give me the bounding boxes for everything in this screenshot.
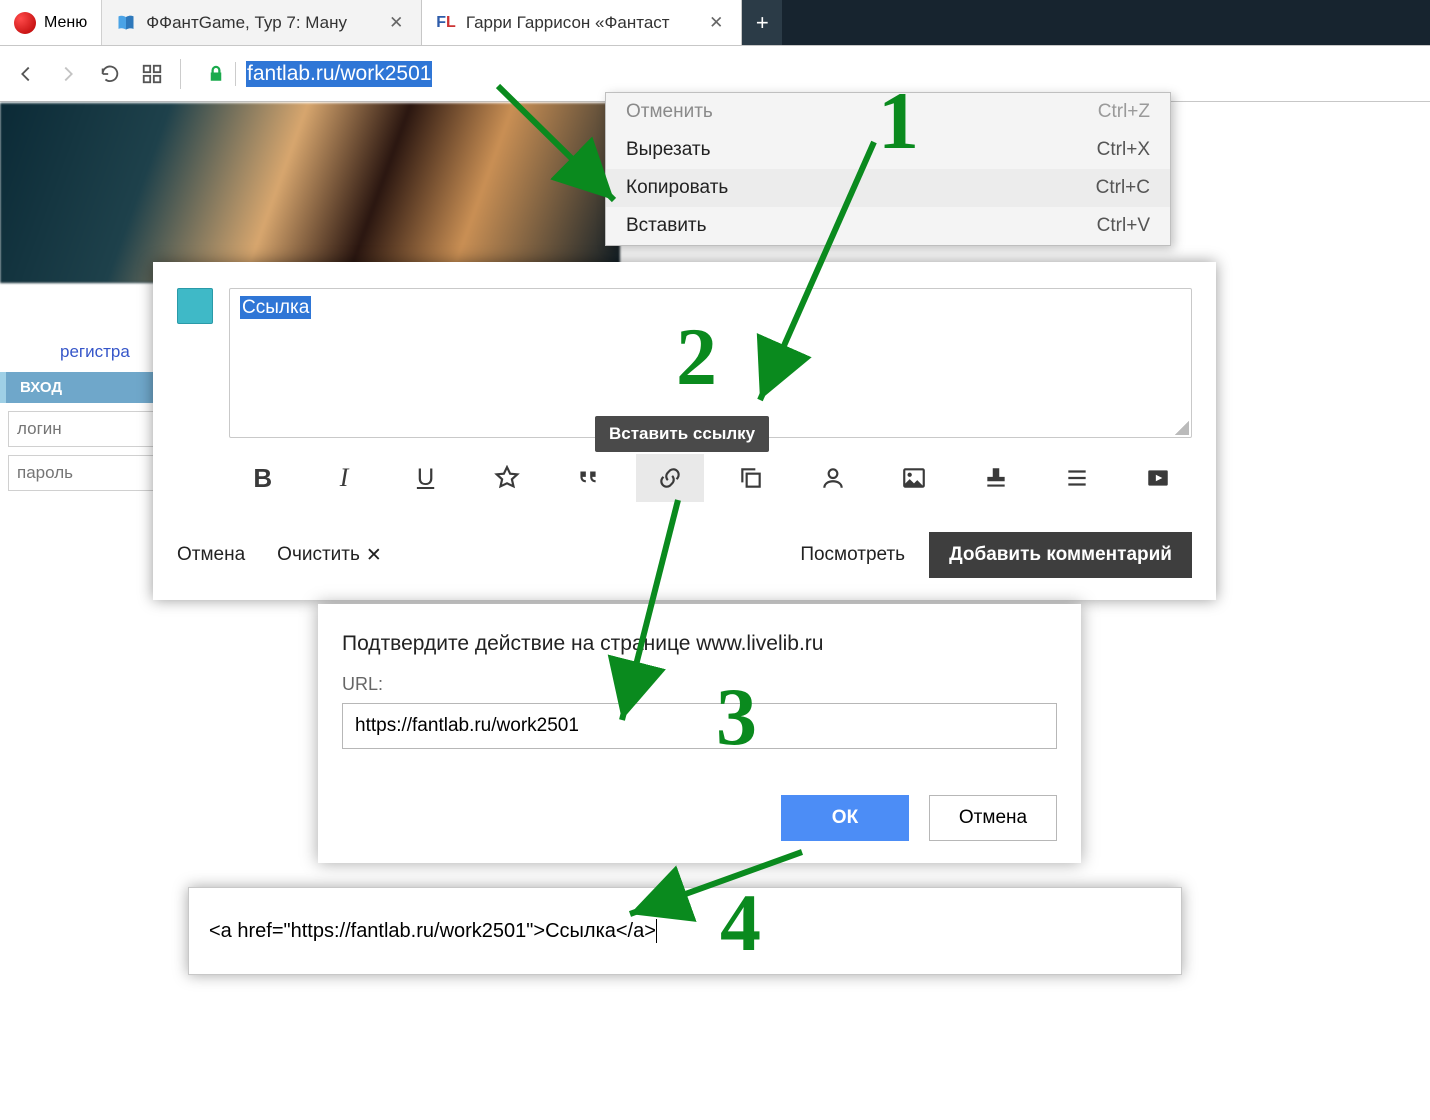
dialog-title: Подтвердите действие на странице www.liv…: [342, 632, 1057, 656]
browser-tab-2[interactable]: FL Гарри Гаррисон «Фантаст ✕: [422, 0, 742, 45]
address-bar[interactable]: fantlab.ru/work2501: [195, 56, 444, 92]
cancel-button[interactable]: Отмена: [177, 544, 245, 566]
speed-dial-button[interactable]: [138, 60, 166, 88]
sidebar-login: регистра ВХОД: [0, 332, 160, 491]
menu-label: Меню: [44, 14, 87, 32]
quote-button[interactable]: [555, 454, 622, 502]
selected-text: Ссылка: [240, 296, 311, 319]
tab-title: ФФантGame, Тур 7: Ману: [146, 13, 347, 33]
stamp-button[interactable]: [962, 454, 1029, 502]
dialog-cancel-button[interactable]: Отмена: [929, 795, 1057, 841]
star-button[interactable]: [473, 454, 540, 502]
opera-menu-button[interactable]: Меню: [0, 0, 102, 45]
text-caret: [656, 919, 657, 943]
list-button[interactable]: [1043, 454, 1110, 502]
browser-tab-1[interactable]: ФФантGame, Тур 7: Ману ✕: [102, 0, 422, 45]
annotation-2: 2: [676, 310, 717, 404]
tab-close-icon[interactable]: ✕: [385, 12, 407, 34]
nav-forward-button[interactable]: [54, 60, 82, 88]
ctx-copy[interactable]: КопироватьCtrl+C: [606, 169, 1170, 207]
url-prompt-dialog: Подтвердите действие на странице www.liv…: [318, 604, 1081, 863]
lock-icon: [207, 65, 225, 83]
dialog-url-input[interactable]: [342, 703, 1057, 749]
annotation-4: 4: [720, 876, 761, 970]
dialog-url-label: URL:: [342, 674, 1057, 695]
bold-button[interactable]: B: [229, 454, 296, 502]
url-text-selected: fantlab.ru/work2501: [246, 61, 432, 87]
site-favicon: FL: [436, 14, 456, 32]
nav-back-button[interactable]: [12, 60, 40, 88]
annotation-3: 3: [716, 670, 757, 764]
password-input[interactable]: [8, 455, 156, 491]
resize-handle-icon[interactable]: [1175, 421, 1189, 435]
close-icon: ✕: [366, 544, 382, 567]
book-icon: [116, 13, 136, 33]
result-html-text: <a href="https://fantlab.ru/work2501">Сс…: [209, 920, 656, 943]
reload-button[interactable]: [96, 60, 124, 88]
annotation-1: 1: [878, 74, 919, 168]
link-button[interactable]: [636, 454, 703, 502]
register-link[interactable]: регистра: [0, 332, 160, 372]
video-button[interactable]: [1125, 454, 1192, 502]
login-header: ВХОД: [0, 372, 160, 403]
tab-title: Гарри Гаррисон «Фантаст: [466, 13, 670, 33]
new-tab-button[interactable]: +: [742, 0, 782, 45]
ctx-paste[interactable]: ВставитьCtrl+V: [606, 207, 1170, 245]
submit-comment-button[interactable]: Добавить комментарий: [929, 532, 1192, 578]
page-background-image: [0, 103, 620, 283]
format-toolbar: B I U: [229, 454, 1192, 502]
user-avatar: [177, 288, 213, 324]
dialog-ok-button[interactable]: ОК: [781, 795, 909, 841]
italic-button[interactable]: I: [310, 454, 377, 502]
clear-button[interactable]: Очистить✕: [277, 544, 382, 567]
opera-logo-icon: [14, 12, 36, 34]
link-tooltip: Вставить ссылку: [595, 416, 769, 452]
tab-close-icon[interactable]: ✕: [705, 12, 727, 34]
image-button[interactable]: [880, 454, 947, 502]
underline-button[interactable]: U: [392, 454, 459, 502]
user-button[interactable]: [799, 454, 866, 502]
result-html-box[interactable]: <a href="https://fantlab.ru/work2501">Сс…: [188, 887, 1182, 975]
copy-button[interactable]: [718, 454, 785, 502]
browser-tab-strip: Меню ФФантGame, Тур 7: Ману ✕ FL Гарри Г…: [0, 0, 1430, 46]
preview-button[interactable]: Посмотреть: [800, 544, 905, 566]
login-input[interactable]: [8, 411, 156, 447]
tab-strip-empty: [782, 0, 1430, 45]
